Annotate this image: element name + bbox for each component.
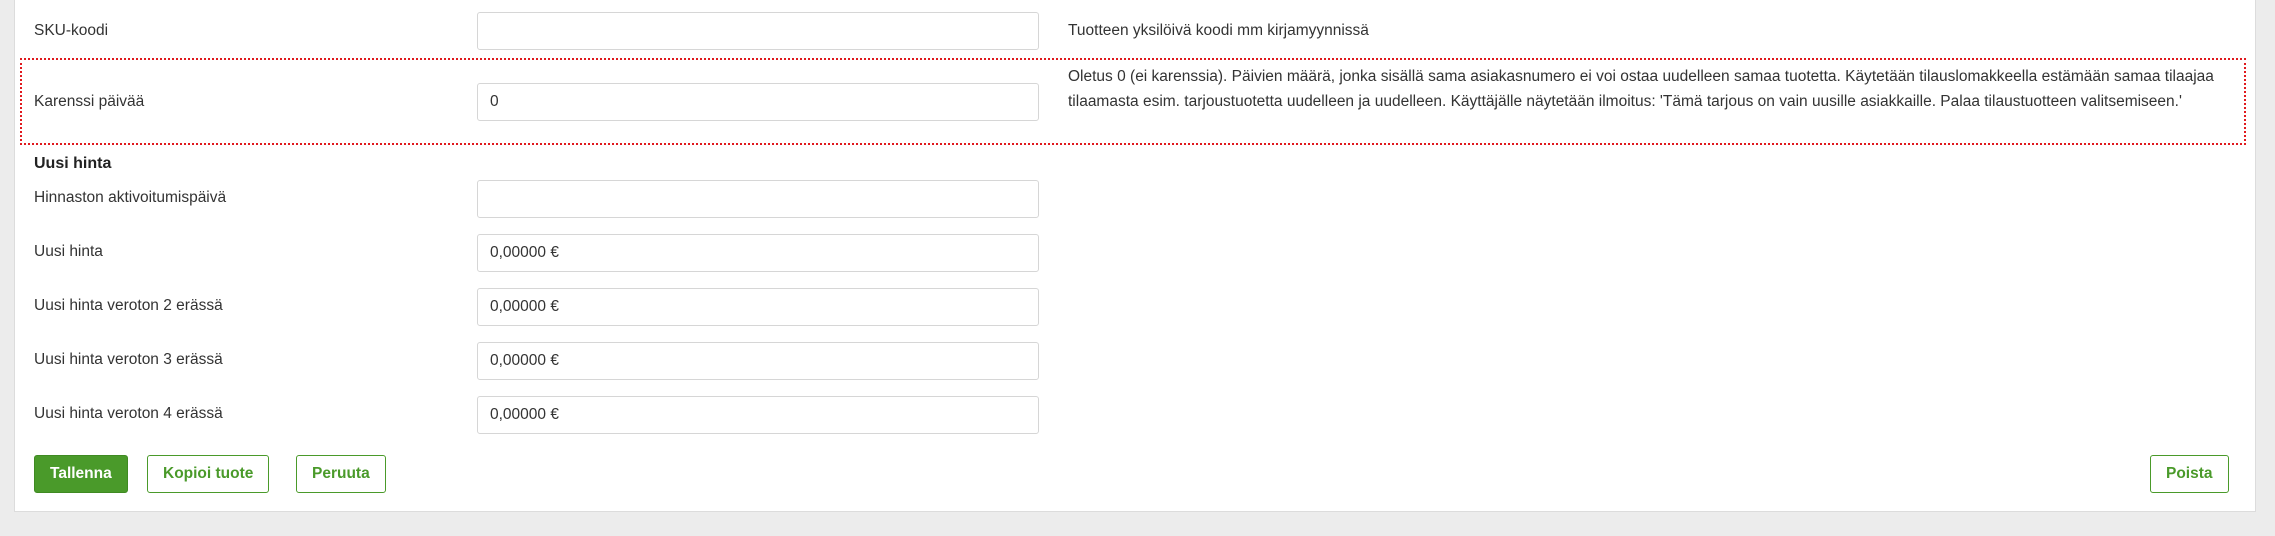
new-price-input[interactable] xyxy=(477,234,1039,272)
new-price-4-label: Uusi hinta veroton 4 erässä xyxy=(34,405,223,422)
new-price-4-input[interactable] xyxy=(477,396,1039,434)
copy-product-button[interactable]: Kopioi tuote xyxy=(147,455,270,493)
sku-label: SKU-koodi xyxy=(34,22,109,39)
new-price-section-title: Uusi hinta xyxy=(34,155,112,172)
new-price-2-label: Uusi hinta veroton 2 erässä xyxy=(34,297,223,314)
sku-input[interactable] xyxy=(477,12,1039,50)
karenssi-input[interactable] xyxy=(477,83,1039,121)
karenssi-label: Karenssi päivää xyxy=(34,93,145,110)
activation-date-input[interactable] xyxy=(477,180,1039,218)
karenssi-help-text: Oletus 0 (ei karenssia). Päivien määrä, … xyxy=(1068,68,2214,110)
delete-button[interactable]: Poista xyxy=(2150,455,2229,493)
cancel-button[interactable]: Peruuta xyxy=(296,455,386,493)
activation-date-label: Hinnaston aktivoitumispäivä xyxy=(34,189,227,206)
save-button[interactable]: Tallenna xyxy=(34,455,128,493)
sku-help-text: Tuotteen yksilöivä koodi mm kirjamyynnis… xyxy=(1068,22,1369,39)
new-price-label: Uusi hinta xyxy=(34,243,103,260)
product-form-panel: SKU-koodi Tuotteen yksilöivä koodi mm ki… xyxy=(14,0,2256,512)
new-price-3-label: Uusi hinta veroton 3 erässä xyxy=(34,351,223,368)
new-price-3-input[interactable] xyxy=(477,342,1039,380)
new-price-2-input[interactable] xyxy=(477,288,1039,326)
